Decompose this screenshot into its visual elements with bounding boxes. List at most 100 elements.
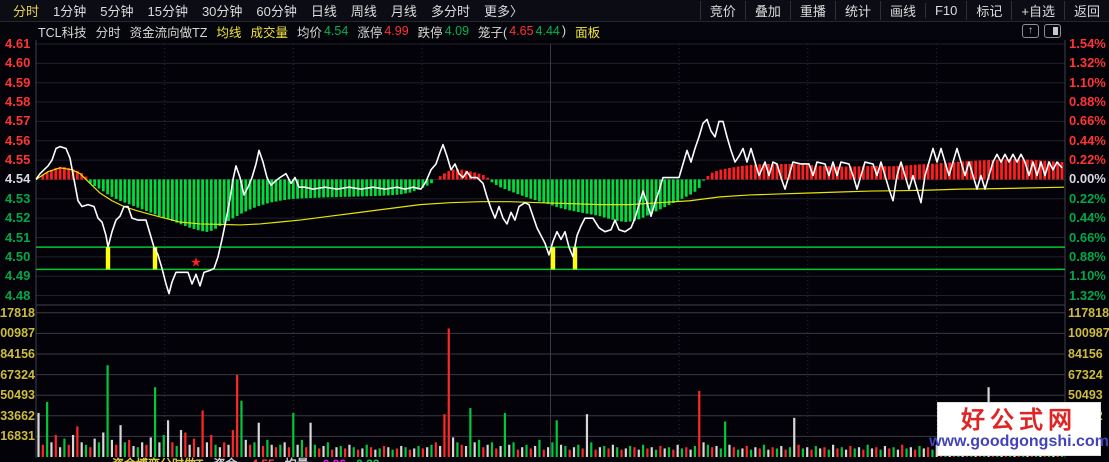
fundflow-bar	[887, 166, 891, 180]
volume-axis-label: 100987	[0, 326, 35, 341]
fundflow-bar	[546, 179, 550, 205]
volume-bar	[857, 447, 861, 457]
volume-bar	[309, 422, 312, 457]
fundflow-bar	[145, 179, 148, 211]
chart-plot-area[interactable]: ★	[0, 0, 1109, 462]
fundflow-bar	[607, 179, 610, 219]
fundflow-bar	[594, 179, 597, 216]
volume-bar	[439, 445, 442, 457]
volume-bar	[482, 447, 485, 457]
volume-bar	[546, 447, 550, 457]
volume-bar	[724, 421, 727, 457]
status-fragment: 0.22	[356, 457, 379, 462]
volume-bar	[650, 447, 653, 457]
volume-bar	[702, 442, 705, 457]
volume-bar	[698, 390, 701, 457]
pct-axis-label: 1.10%	[1069, 268, 1106, 284]
fundflow-bar	[702, 179, 705, 181]
volume-bar	[611, 444, 614, 457]
volume-bar	[538, 439, 541, 457]
volume-bar	[862, 449, 865, 457]
volume-bar	[477, 439, 481, 457]
fundflow-bar	[538, 179, 541, 202]
fundflow-bar	[736, 166, 740, 180]
volume-bar	[89, 447, 92, 457]
fundflow-bar	[697, 179, 701, 188]
fundflow-bar	[1060, 161, 1064, 180]
volume-bar	[922, 448, 925, 457]
volume-bar	[892, 447, 895, 457]
fundflow-bar	[533, 179, 537, 201]
fundflow-bar	[840, 166, 844, 180]
volume-bar	[67, 444, 70, 457]
fundflow-bar	[304, 179, 308, 199]
fundflow-bar	[175, 179, 179, 223]
volume-bar	[555, 420, 558, 457]
volume-bar	[231, 430, 234, 457]
fundflow-bar	[576, 179, 580, 213]
pct-axis-label: 1.32%	[1069, 55, 1106, 71]
bottom-status-strip: 资金博弈分时做T 资金: 4.55 均量: 0.96 0.22	[112, 455, 389, 462]
pct-axis-label: 0.00%	[1069, 171, 1106, 187]
pct-axis-label: 0.66%	[1069, 113, 1106, 129]
fundflow-bar	[486, 177, 490, 180]
volume-bar	[473, 442, 476, 457]
volume-bar	[210, 434, 213, 457]
fundflow-bar	[162, 179, 166, 218]
volume-axis-label: 100987	[1068, 326, 1109, 341]
fundflow-bar	[792, 164, 796, 180]
fundflow-bar	[300, 179, 304, 199]
volume-bar	[853, 448, 856, 457]
volume-bar	[503, 412, 507, 457]
fundflow-bar	[615, 179, 619, 221]
volume-bar	[58, 447, 62, 457]
fundflow-bar	[745, 165, 749, 180]
fundflow-bar	[408, 179, 412, 193]
fundflow-bar	[404, 179, 407, 194]
volume-bar	[529, 448, 532, 457]
fundflow-bar	[106, 179, 109, 195]
volume-bar	[76, 426, 79, 457]
volume-bar	[745, 445, 748, 457]
fundflow-bar	[265, 179, 269, 204]
volume-bar	[430, 444, 433, 457]
fundflow-bar	[132, 179, 135, 206]
volume-bar	[801, 448, 804, 457]
volume-bar	[849, 445, 852, 457]
fundflow-bar	[214, 179, 217, 229]
volume-bar	[754, 447, 757, 457]
fundflow-bar	[598, 179, 602, 217]
volume-bar	[685, 447, 688, 457]
fundflow-bar	[136, 179, 140, 208]
volume-bar	[663, 448, 666, 457]
volume-bar	[499, 445, 502, 457]
volume-bar	[184, 432, 187, 457]
fundflow-bar	[473, 172, 477, 180]
volume-bar	[646, 448, 649, 457]
fundflow-bar	[693, 179, 697, 192]
volume-bar	[762, 444, 766, 457]
pct-axis-label: 0.22%	[1069, 190, 1106, 206]
volume-bar	[918, 445, 921, 457]
fundflow-bar	[732, 167, 736, 180]
fundflow-bar	[93, 179, 97, 187]
volume-bar	[495, 448, 498, 457]
fundflow-bar	[542, 179, 546, 203]
fundflow-bar	[412, 179, 416, 192]
pct-axis-label: 0.22%	[1069, 152, 1106, 168]
fundflow-bar	[918, 164, 921, 180]
volume-bar	[464, 445, 468, 457]
volume-bar	[624, 448, 627, 457]
volume-bar	[490, 442, 494, 457]
fundflow-bar	[1017, 159, 1021, 180]
pct-axis-label: 0.88%	[1069, 94, 1106, 110]
volume-bar	[672, 449, 675, 457]
volume-bar	[525, 444, 528, 457]
volume-bar	[866, 444, 869, 457]
signal-mark	[550, 247, 556, 270]
fundflow-bar	[818, 165, 822, 180]
volume-bar	[84, 444, 88, 457]
volume-bar	[603, 445, 606, 457]
volume-bar	[749, 449, 753, 457]
fundflow-bar	[706, 176, 710, 180]
